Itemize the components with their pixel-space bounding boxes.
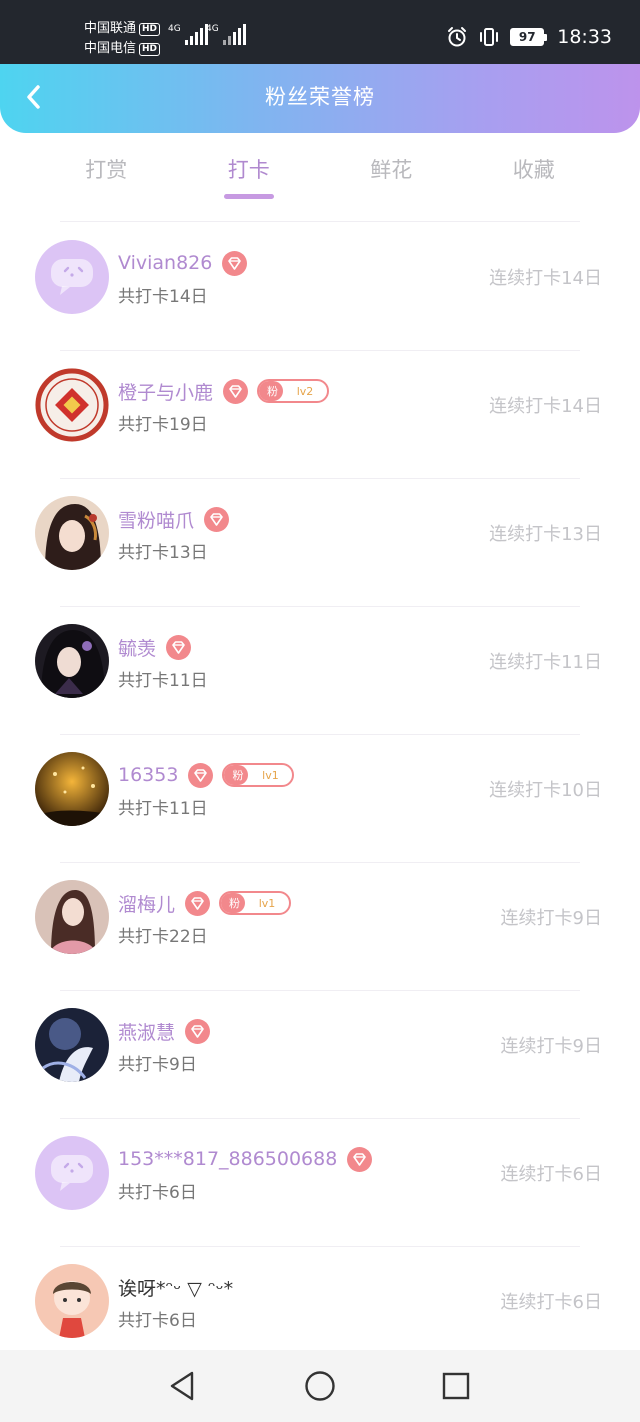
total-checkins: 共打卡19日 <box>118 415 208 435</box>
fan-name: 16353 <box>118 764 179 786</box>
fan-name: 溜梅儿 <box>118 893 176 916</box>
streak-checkins: 连续打卡9日 <box>500 1036 602 1057</box>
nav-back-button[interactable] <box>164 1368 200 1404</box>
battery-level: 97 <box>510 28 545 46</box>
blue-fantasy-avatar <box>35 1008 109 1082</box>
fan-name: 毓羡 <box>118 637 157 660</box>
screen: 中国联通 HD 中国电信 HD 4G 4G 97 18:33 粉丝荣誉榜 打赏 … <box>0 0 640 1422</box>
vibrate-icon <box>480 28 499 46</box>
page-title: 粉丝荣誉榜 <box>265 85 375 109</box>
fan-level-badge: 粉 lv1 <box>219 891 292 915</box>
total-checkins: 共打卡22日 <box>118 927 208 947</box>
streak-checkins: 连续打卡6日 <box>500 1164 602 1185</box>
signal-icon: 4G <box>206 24 246 45</box>
streak-checkins: 连续打卡11日 <box>489 652 602 673</box>
signal-icon: 4G <box>168 24 208 45</box>
list-item[interactable]: 雪粉喵爪 共打卡13日 连续打卡13日 <box>0 478 640 606</box>
golden-night-avatar <box>35 752 109 826</box>
fan-name: 153***817_886500688 <box>118 1148 338 1170</box>
status-icons: 97 18:33 <box>446 26 612 48</box>
back-triangle-icon <box>170 1371 194 1401</box>
active-tab-indicator <box>223 194 274 199</box>
hd-badge: HD <box>139 42 161 56</box>
streak-checkins: 连续打卡13日 <box>489 524 602 545</box>
list-item[interactable]: 溜梅儿 粉 lv1 共打卡22日 连续打卡9日 <box>0 862 640 990</box>
tab-checkin[interactable]: 打卡 <box>178 140 321 220</box>
fan-badge-label: 粉 <box>259 381 284 401</box>
carrier-2-label: 中国电信 <box>84 41 137 56</box>
alarm-clock-icon <box>448 27 467 47</box>
streak-checkins: 连续打卡9日 <box>500 908 602 929</box>
default-chat-avatar <box>35 240 109 314</box>
hd-badge: HD <box>139 22 161 36</box>
red-seal-avatar <box>35 368 109 442</box>
total-checkins: 共打卡6日 <box>118 1183 197 1203</box>
header-bar: 粉丝荣誉榜 <box>0 64 640 133</box>
fan-level-badge: 粉 lv2 <box>257 379 330 403</box>
fan-name: 燕淑慧 <box>118 1021 176 1044</box>
chat-bubble-icon <box>51 1155 93 1191</box>
total-checkins: 共打卡11日 <box>118 799 208 819</box>
fan-badge-level: lv1 <box>258 896 276 910</box>
fan-level-badge: 粉 lv1 <box>222 763 295 787</box>
tab-bar: 打赏 打卡 鲜花 收藏 <box>35 140 605 220</box>
battery-icon: 97 <box>510 28 548 46</box>
carrier-1-label: 中国联通 <box>84 21 137 36</box>
diamond-icon <box>347 1146 373 1172</box>
clock: 18:33 <box>557 26 612 48</box>
diamond-icon <box>185 890 211 916</box>
fan-ranking-list: Vivian826 共打卡14日 连续打卡14日 橙子与小鹿 粉 lv2 共打卡… <box>0 222 640 1374</box>
tab-reward[interactable]: 打赏 <box>35 140 178 220</box>
streak-checkins: 连续打卡14日 <box>489 268 602 289</box>
pink-dress-woman-avatar <box>35 880 109 954</box>
dark-haired-woman-avatar <box>35 624 109 698</box>
recents-square-icon <box>442 1372 470 1400</box>
chat-bubble-icon <box>51 259 93 295</box>
list-item[interactable]: Vivian826 共打卡14日 连续打卡14日 <box>0 222 640 350</box>
default-chat-avatar <box>35 1136 109 1210</box>
system-navigation-bar <box>0 1350 640 1422</box>
fan-name: 橙子与小鹿 <box>118 381 214 404</box>
total-checkins: 共打卡11日 <box>118 671 208 691</box>
streak-checkins: 连续打卡10日 <box>489 780 602 801</box>
total-checkins: 共打卡14日 <box>118 287 208 307</box>
tab-favorites[interactable]: 收藏 <box>463 140 606 220</box>
streak-checkins: 连续打卡14日 <box>489 396 602 417</box>
diamond-icon <box>204 506 230 532</box>
list-item[interactable]: 橙子与小鹿 粉 lv2 共打卡19日 连续打卡14日 <box>0 350 640 478</box>
list-item[interactable]: 16353 粉 lv1 共打卡11日 连续打卡10日 <box>0 734 640 862</box>
nav-recents-button[interactable] <box>438 1368 474 1404</box>
illustrated-woman-avatar <box>35 496 109 570</box>
fan-badge-label: 粉 <box>224 765 249 785</box>
fan-badge-label: 粉 <box>221 893 246 913</box>
streak-checkins: 连续打卡6日 <box>500 1292 602 1313</box>
total-checkins: 共打卡9日 <box>118 1055 197 1075</box>
carrier-info: 中国联通 HD 中国电信 HD <box>84 19 161 59</box>
home-circle-icon <box>305 1371 335 1401</box>
tab-flowers[interactable]: 鲜花 <box>320 140 463 220</box>
list-item[interactable]: 毓羡 共打卡11日 连续打卡11日 <box>0 606 640 734</box>
status-bar: 中国联通 HD 中国电信 HD 4G 4G 97 18:33 <box>0 0 640 64</box>
diamond-icon <box>223 378 249 404</box>
list-item[interactable]: 燕淑慧 共打卡9日 连续打卡9日 <box>0 990 640 1118</box>
fan-badge-level: lv1 <box>262 768 279 782</box>
diamond-icon <box>222 250 248 276</box>
list-item[interactable]: 153***817_886500688 共打卡6日 连续打卡6日 <box>0 1118 640 1246</box>
nav-home-button[interactable] <box>302 1368 338 1404</box>
cartoon-boy-avatar <box>35 1264 109 1338</box>
fan-name: Vivian826 <box>118 252 213 274</box>
fan-name: 诶呀*ᵔᵕ ▽ ᵔᵕ* <box>118 1277 234 1300</box>
total-checkins: 共打卡13日 <box>118 543 208 563</box>
diamond-icon <box>188 762 214 788</box>
total-checkins: 共打卡6日 <box>118 1311 197 1331</box>
fan-name: 雪粉喵爪 <box>118 509 195 532</box>
diamond-icon <box>166 634 192 660</box>
fan-badge-level: lv2 <box>296 384 314 398</box>
diamond-icon <box>185 1018 211 1044</box>
